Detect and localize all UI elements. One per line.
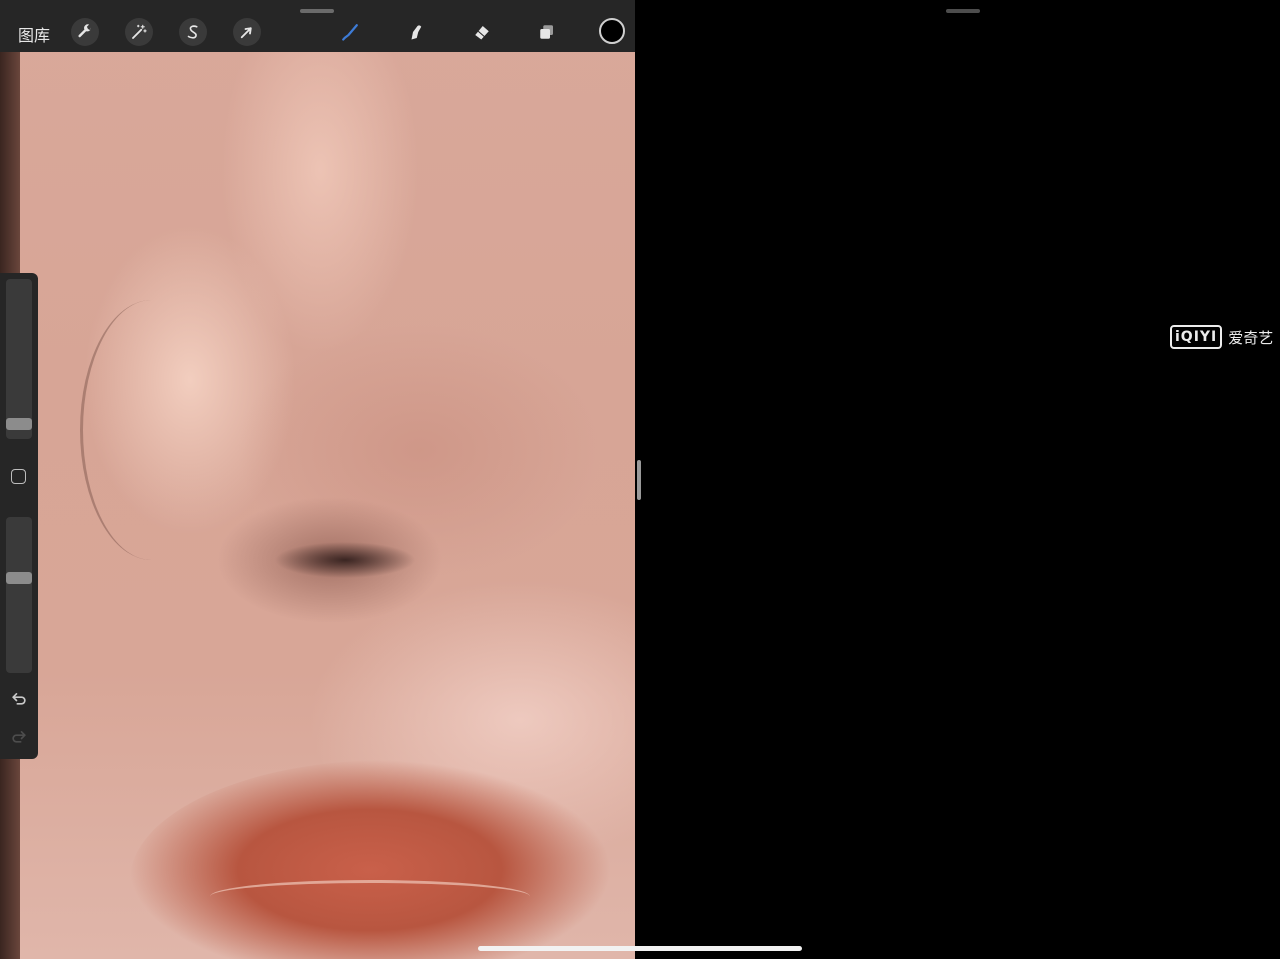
painting-lip-highlight (210, 880, 530, 913)
brush-size-slider-thumb[interactable] (6, 418, 32, 430)
opacity-slider-thumb[interactable] (6, 572, 32, 584)
eraser-icon (475, 26, 489, 40)
modify-button[interactable] (11, 469, 26, 484)
actions-button[interactable] (71, 18, 99, 46)
iqiyi-watermark: iQIYI 爱奇艺 (1170, 325, 1273, 349)
painting-nose-shadow (80, 300, 223, 560)
top-toolbar: 图库 (0, 0, 635, 52)
layers-button[interactable] (533, 18, 561, 46)
painting-nostril (275, 540, 415, 580)
redo-icon (12, 731, 26, 743)
selection-button[interactable] (179, 18, 207, 46)
wrench-icon (78, 24, 92, 38)
arrow-cursor-icon (240, 27, 252, 39)
gallery-button[interactable]: 图库 (18, 22, 50, 46)
undo-button[interactable] (9, 688, 29, 708)
layers-icon (540, 25, 553, 39)
side-toolbar (0, 273, 38, 759)
redo-button[interactable] (9, 726, 29, 746)
left-app-grabber[interactable] (300, 9, 334, 13)
home-indicator[interactable] (478, 946, 802, 951)
undo-icon (12, 693, 26, 705)
split-view-divider[interactable] (637, 460, 641, 500)
adjustments-button[interactable] (125, 18, 153, 46)
brush-button[interactable] (336, 18, 364, 46)
selection-s-icon (187, 25, 198, 39)
canvas-area[interactable] (0, 0, 635, 959)
eraser-button[interactable] (468, 18, 496, 46)
iqiyi-logo: iQIYI (1170, 325, 1223, 349)
brush-icon (342, 24, 358, 41)
iqiyi-label: 爱奇艺 (1228, 328, 1274, 347)
color-circle-icon[interactable] (599, 18, 625, 44)
smudge-finger-icon (411, 25, 422, 40)
opacity-slider[interactable] (6, 517, 32, 673)
right-app-grabber[interactable] (946, 9, 980, 13)
brush-size-slider[interactable] (6, 279, 32, 439)
transform-button[interactable] (233, 18, 261, 46)
smudge-button[interactable] (402, 18, 430, 46)
magic-wand-icon (132, 24, 147, 39)
painting-lips (130, 760, 635, 959)
